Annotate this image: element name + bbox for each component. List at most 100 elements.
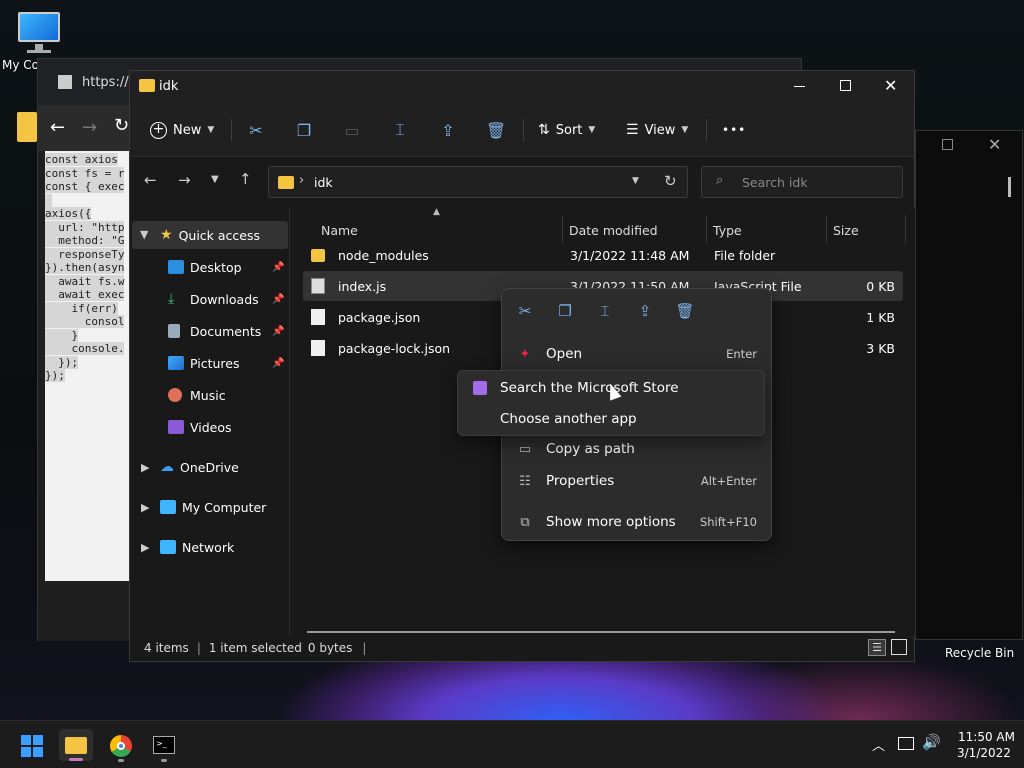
chevron-right-icon[interactable]: ▶: [141, 501, 149, 514]
back-arrow-icon[interactable]: ←: [50, 117, 65, 138]
sort-button[interactable]: ⇅ Sort ▼: [538, 115, 595, 145]
close-icon[interactable]: ✕: [988, 135, 1001, 154]
open-with-submenu: Search the Microsoft Store Choose anothe…: [457, 370, 765, 436]
back-arrow-icon[interactable]: ←: [144, 171, 157, 189]
more-options-button[interactable]: •••: [722, 115, 746, 145]
chevron-down-icon: ▼: [681, 125, 689, 135]
search-box[interactable]: ⌕ Search idk: [701, 166, 903, 198]
share-icon[interactable]: ⇪: [635, 301, 655, 321]
sort-indicator-icon: ▲: [433, 207, 440, 217]
title-bar[interactable]: idk ✕: [130, 71, 914, 103]
pictures-icon: [168, 356, 184, 370]
copy-icon[interactable]: ❐: [555, 301, 575, 321]
new-button[interactable]: + New ▼: [150, 115, 214, 145]
command-bar: + New ▼ ✂ ❐ ▭ ⌶ ⇪ 🗑 ⇅ Sort ▼ ☰ View ▼ ••…: [130, 103, 914, 157]
nav-downloads[interactable]: ⤓ Downloads: [168, 286, 259, 312]
desktop-icon-recycle-bin[interactable]: Recycle Bin: [945, 646, 1014, 660]
refresh-icon[interactable]: ↻: [664, 172, 677, 190]
desktop-icon: [168, 260, 184, 274]
horizontal-scrollbar[interactable]: [307, 631, 895, 633]
rename-icon[interactable]: ⌶: [595, 301, 615, 321]
code-line: });: [45, 369, 65, 382]
view-list-icon: ☰: [626, 122, 639, 138]
menu-item-copy-as-path[interactable]: ▭ Copy as path: [510, 434, 765, 464]
taskbar: >_ ︿ 🔊 11:50 AM 3/1/2022: [0, 720, 1024, 768]
maximize-icon[interactable]: [840, 80, 851, 91]
share-icon[interactable]: ⇪: [433, 115, 463, 145]
details-view-icon[interactable]: ☰: [868, 639, 886, 656]
paste-icon[interactable]: ▭: [337, 115, 367, 145]
nav-documents[interactable]: Documents: [168, 318, 261, 344]
breadcrumb-separator: ›: [299, 173, 305, 188]
desktop-icon-folder[interactable]: [17, 112, 37, 144]
forward-arrow-icon[interactable]: →: [178, 171, 191, 189]
javascript-file-icon: [311, 278, 325, 294]
taskbar-terminal[interactable]: >_: [147, 729, 181, 762]
chevron-right-icon[interactable]: ▶: [141, 461, 149, 474]
nav-pictures[interactable]: Pictures: [168, 350, 240, 376]
nav-network[interactable]: Network: [160, 534, 234, 560]
chevron-up-icon[interactable]: ︿: [872, 735, 885, 754]
folder-icon: [311, 249, 325, 262]
pin-icon: 📌: [272, 358, 285, 369]
music-icon: [168, 388, 182, 402]
store-icon: [473, 381, 487, 395]
cut-icon[interactable]: ✂: [241, 115, 271, 145]
chevron-right-icon[interactable]: ▶: [141, 541, 149, 554]
nav-videos[interactable]: Videos: [168, 414, 232, 440]
taskbar-file-explorer[interactable]: [59, 729, 93, 761]
copy-icon[interactable]: ❐: [289, 115, 319, 145]
menu-item-show-more-options[interactable]: ⧉ Show more options Shift+F10: [510, 507, 765, 537]
chevron-down-icon[interactable]: ▼: [140, 228, 148, 241]
code-line: responseTy: [45, 247, 125, 261]
search-input[interactable]: Search idk: [742, 175, 808, 190]
plus-circle-icon: +: [150, 121, 167, 139]
pin-icon: 📌: [272, 326, 285, 337]
folder-icon: [17, 112, 37, 142]
clock-date[interactable]: 3/1/2022: [957, 746, 1011, 760]
menu-item-open[interactable]: ✦ Open Enter: [510, 339, 765, 369]
up-arrow-icon[interactable]: ↑: [239, 170, 252, 188]
recent-chevron-icon[interactable]: ▼: [211, 174, 219, 185]
properties-icon: ☷: [519, 473, 531, 489]
status-bar: 4 items | 1 item selected 0 bytes | ☰: [130, 635, 914, 661]
taskbar-chrome[interactable]: [104, 729, 138, 762]
network-icon[interactable]: [898, 737, 914, 750]
maximize-icon[interactable]: [942, 139, 953, 150]
nav-desktop[interactable]: Desktop: [168, 254, 242, 280]
search-icon: ⌕: [716, 173, 724, 188]
forward-arrow-icon[interactable]: →: [82, 117, 97, 138]
reload-icon[interactable]: ↻: [114, 115, 129, 136]
computer-icon: [160, 500, 176, 514]
close-icon[interactable]: ✕: [884, 76, 897, 95]
path-icon: ▭: [518, 441, 532, 457]
scrollbar[interactable]: [1008, 177, 1011, 197]
chevron-down-icon[interactable]: ▼: [632, 176, 639, 186]
folder-icon: [65, 737, 87, 754]
rename-icon[interactable]: ⌶: [385, 115, 415, 145]
cut-icon[interactable]: ✂: [515, 301, 535, 321]
delete-icon[interactable]: 🗑: [675, 301, 695, 321]
nav-music[interactable]: Music: [168, 382, 226, 408]
breadcrumb-folder[interactable]: idk: [314, 175, 333, 190]
menu-item-properties[interactable]: ☷ Properties Alt+Enter: [510, 466, 765, 496]
file-row[interactable]: node_modules 3/1/2022 11:48 AM File fold…: [303, 240, 903, 270]
minimize-icon[interactable]: [794, 86, 805, 87]
nav-quick-access[interactable]: ★ Quick access: [160, 222, 260, 248]
chevron-down-icon: ▼: [588, 125, 596, 135]
tiles-view-icon[interactable]: [891, 639, 907, 655]
menu-item-choose-another-app[interactable]: Choose another app: [500, 411, 637, 427]
status-item-count: 4 items: [144, 641, 189, 655]
delete-icon[interactable]: 🗑: [481, 115, 511, 145]
volume-icon[interactable]: 🔊: [922, 733, 941, 751]
terminal-window[interactable]: ✕: [915, 130, 1023, 640]
view-button[interactable]: ☰ View ▼: [626, 115, 688, 145]
code-line: consol: [45, 315, 125, 328]
code-line: await exec: [45, 288, 125, 301]
nav-onedrive[interactable]: ☁ OneDrive: [160, 454, 239, 480]
clock-time[interactable]: 11:50 AM: [958, 730, 1015, 744]
code-line: axios({: [45, 207, 92, 220]
windows-start-icon[interactable]: [21, 735, 43, 757]
nav-my-computer[interactable]: My Computer: [160, 494, 266, 520]
address-bar[interactable]: › idk ▼ ↻: [268, 166, 688, 198]
